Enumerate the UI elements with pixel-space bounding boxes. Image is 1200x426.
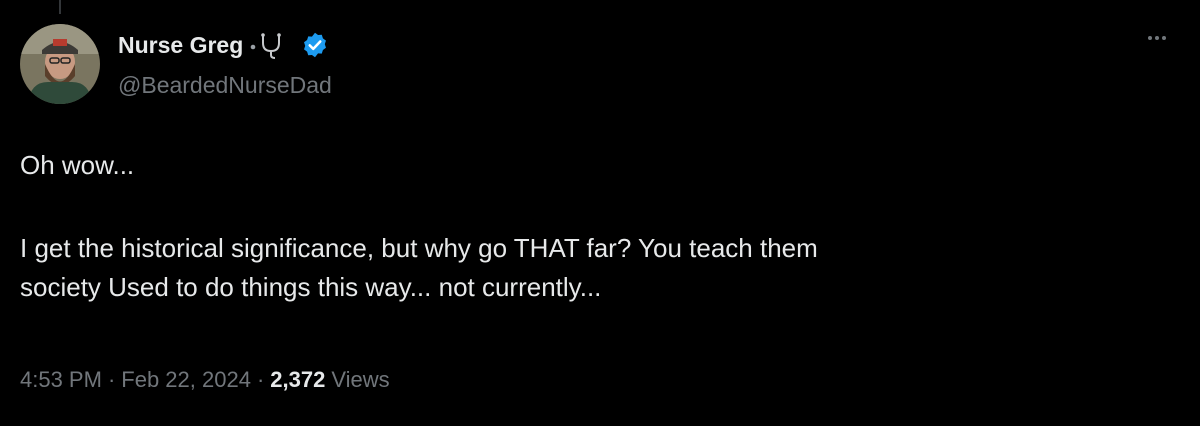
more-dot: [1148, 36, 1152, 40]
tweet-card: Nurse Greg @BeardedNurseDad Oh wow... I …: [0, 0, 1200, 426]
avatar[interactable]: [20, 24, 100, 104]
views-label: Views: [331, 367, 390, 392]
meta-separator: ·: [256, 367, 265, 392]
thread-connector-line: [59, 0, 61, 14]
tweet-paragraph: I get the historical significance, but w…: [20, 233, 818, 302]
tweet-date[interactable]: Feb 22, 2024: [121, 367, 251, 393]
verified-badge-icon[interactable]: [301, 31, 329, 59]
tweet-meta: 4:53 PM · Feb 22, 2024 · 2,372 Views: [20, 367, 390, 393]
views-count: 2,372: [270, 367, 326, 392]
display-name[interactable]: Nurse Greg: [118, 32, 243, 59]
more-dot: [1162, 36, 1166, 40]
author-name-row: Nurse Greg: [118, 30, 329, 60]
author-handle[interactable]: @BeardedNurseDad: [118, 72, 332, 99]
tweet-paragraph: Oh wow...: [20, 150, 135, 180]
tweet-time[interactable]: 4:53 PM: [20, 367, 102, 393]
tweet-text: Oh wow... I get the historical significa…: [20, 146, 1170, 307]
stethoscope-icon: [249, 31, 293, 59]
meta-separator: ·: [107, 367, 116, 392]
more-options-icon[interactable]: [1148, 36, 1166, 40]
more-dot: [1155, 36, 1159, 40]
